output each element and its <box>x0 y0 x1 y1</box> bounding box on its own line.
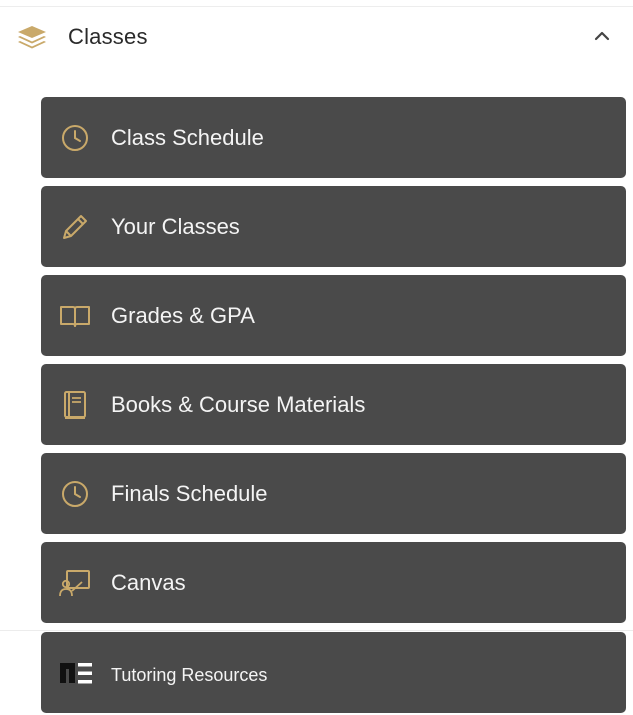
clock-icon <box>62 481 88 507</box>
menu-item-label: Your Classes <box>111 214 240 239</box>
menu-item-class-schedule[interactable]: Class Schedule <box>41 97 626 178</box>
menu-item-tutoring-resources[interactable]: Tutoring Resources <box>41 632 626 713</box>
menu-item-grades-gpa[interactable]: Grades & GPA <box>41 275 626 356</box>
menu-item-your-classes[interactable]: Your Classes <box>41 186 626 267</box>
tutoring-logo-icon <box>60 663 92 684</box>
classes-submenu: Class Schedule Your Classes Grades & GPA <box>0 0 633 715</box>
menu-item-canvas[interactable]: Canvas <box>41 542 626 623</box>
menu-item-finals-schedule[interactable]: Finals Schedule <box>41 453 626 534</box>
pencil-icon <box>63 215 87 239</box>
book-icon <box>64 391 86 419</box>
divider <box>0 630 633 631</box>
menu-item-books-course-materials[interactable]: Books & Course Materials <box>41 364 626 445</box>
menu-item-label: Class Schedule <box>111 125 264 150</box>
book-open-icon <box>60 306 90 327</box>
menu-item-label: Canvas <box>111 570 186 595</box>
classes-menu-panel: Classes Class Schedule Your Classes Grad… <box>0 0 633 715</box>
menu-item-label: Books & Course Materials <box>111 392 366 417</box>
menu-item-label: Grades & GPA <box>111 303 255 328</box>
menu-item-label: Finals Schedule <box>111 481 268 506</box>
menu-item-label: Tutoring Resources <box>111 665 268 685</box>
presentation-icon <box>59 570 90 597</box>
clock-icon <box>62 125 88 151</box>
